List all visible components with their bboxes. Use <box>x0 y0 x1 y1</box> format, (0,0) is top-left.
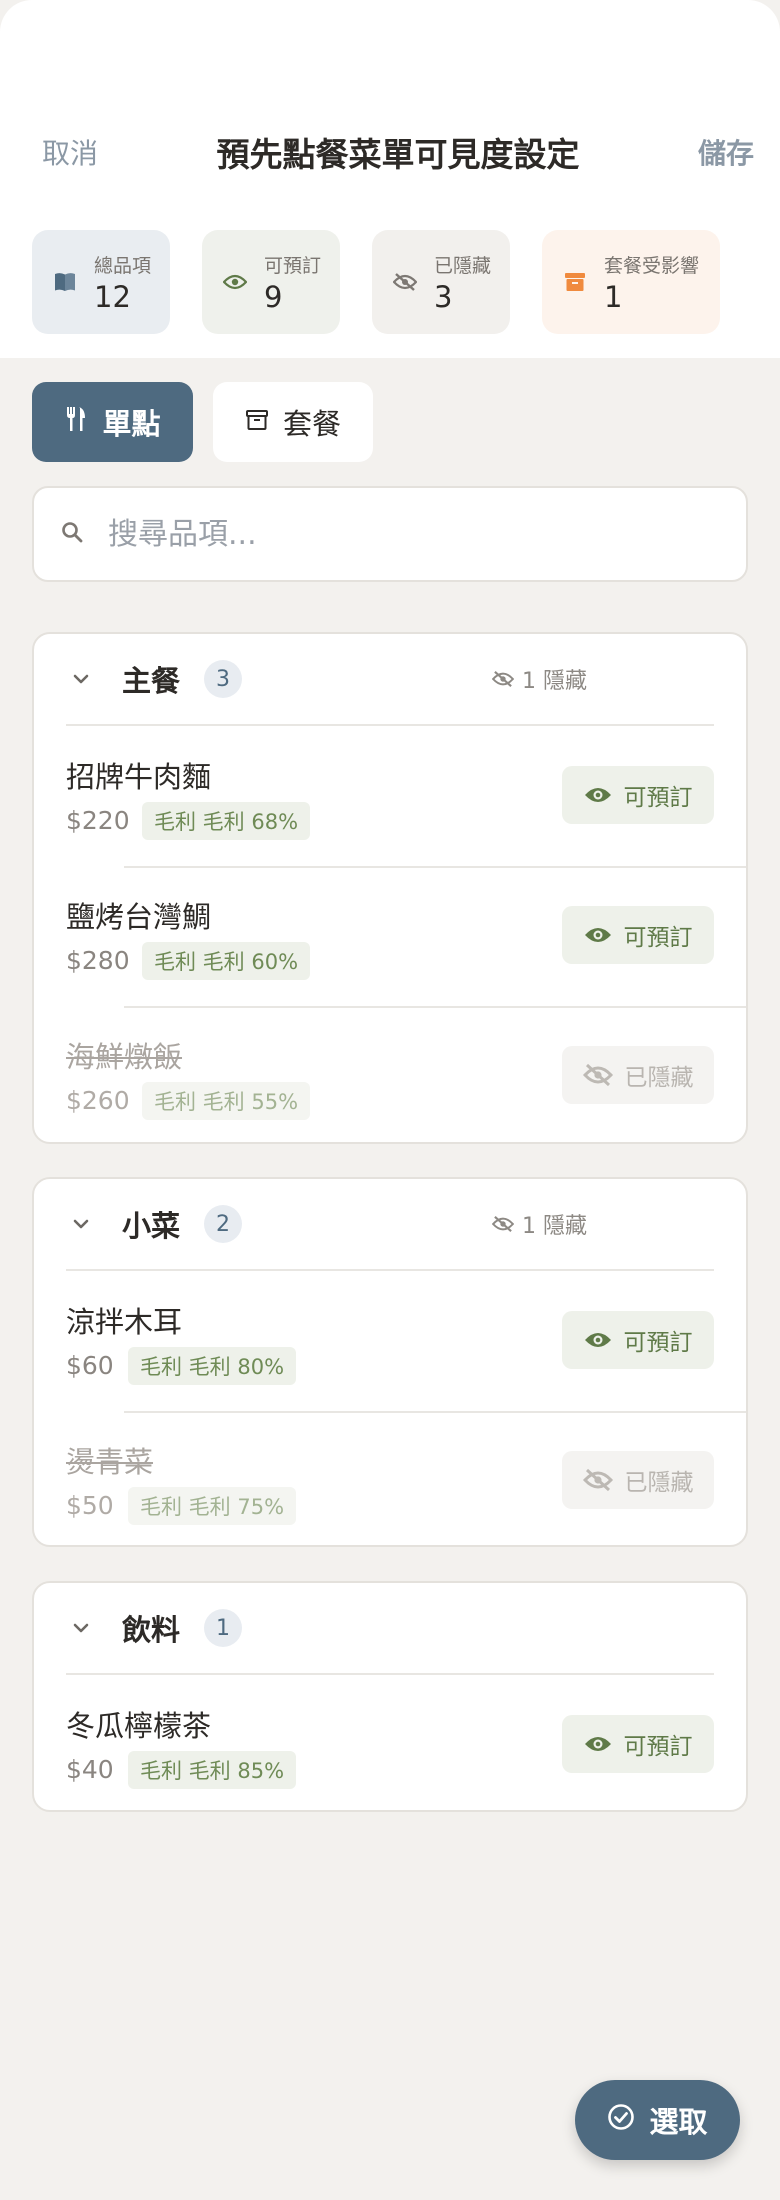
status-label: 已隱藏 <box>624 1065 694 1091</box>
margin-badge: 毛利 毛利 68% <box>142 802 311 840</box>
stats-row: 總品項 12 可預訂 9 已隱藏 3 套餐受影響 1 <box>32 230 720 334</box>
select-button[interactable]: 選取 <box>575 2080 740 2160</box>
item-name: 涼拌木耳 <box>66 1305 183 1339</box>
stat-value: 3 <box>434 279 453 314</box>
item-price: $280 <box>66 946 130 975</box>
stat-hidden: 已隱藏 3 <box>372 230 510 334</box>
category-hidden-note: 1 隱藏 <box>492 663 587 695</box>
hidden-count-label: 1 隱藏 <box>522 1214 587 1239</box>
archive-icon <box>560 267 590 297</box>
eye-icon <box>584 1737 611 1751</box>
item-price: $220 <box>66 806 130 835</box>
stat-label: 總品項 <box>94 254 152 277</box>
margin-badge: 毛利 毛利 60% <box>142 942 311 980</box>
stat-label: 可預訂 <box>264 254 322 277</box>
tab-label: 套餐 <box>282 407 341 441</box>
eye-icon <box>584 928 611 942</box>
category-header[interactable]: 飲料 1 <box>66 1583 714 1675</box>
status-label: 已隱藏 <box>624 1470 694 1496</box>
margin-badge: 毛利 毛利 80% <box>128 1347 297 1385</box>
stat-total: 總品項 12 <box>32 230 170 334</box>
menu-item-row: 鹽烤台灣鯛 $280 毛利 毛利 60% 可預訂 <box>34 866 746 1006</box>
category-card-side: 小菜 2 1 隱藏 涼拌木耳 $60 毛利 毛利 80% 可預訂 燙青菜 $50… <box>32 1177 748 1547</box>
top-panel: 取消 預先點餐菜單可見度設定 儲存 總品項 12 可預訂 9 已隱藏 3 套餐受… <box>0 0 780 358</box>
book-icon <box>50 267 80 297</box>
eye-icon <box>584 1333 611 1347</box>
menu-item-row: 冬瓜檸檬茶 $40 毛利 毛利 85% 可預訂 <box>34 1675 746 1810</box>
item-price: $40 <box>66 1755 114 1784</box>
item-name: 燙青菜 <box>66 1445 154 1479</box>
view-tabs: 單點 套餐 <box>32 382 373 462</box>
stat-value: 1 <box>604 279 623 314</box>
category-name: 小菜 <box>122 1209 181 1243</box>
hidden-count-label: 1 隱藏 <box>522 669 587 694</box>
chevron-down-icon[interactable] <box>68 1211 94 1237</box>
chevron-down-icon[interactable] <box>68 666 94 692</box>
stat-value: 12 <box>94 279 131 314</box>
category-header[interactable]: 小菜 2 1 隱藏 <box>66 1179 714 1271</box>
visibility-toggle[interactable]: 可預訂 <box>562 766 714 824</box>
category-count-badge: 2 <box>204 1205 243 1243</box>
eye-off-icon <box>582 1063 613 1087</box>
category-count-badge: 1 <box>204 1609 243 1647</box>
header: 取消 預先點餐菜單可見度設定 儲存 <box>0 122 780 182</box>
item-price: $50 <box>66 1491 114 1520</box>
item-price: $60 <box>66 1351 114 1380</box>
menu-item-row: 燙青菜 $50 毛利 毛利 75% 已隱藏 <box>34 1411 746 1545</box>
margin-badge: 毛利 毛利 85% <box>128 1751 297 1789</box>
stat-label: 已隱藏 <box>434 254 492 277</box>
category-name: 主餐 <box>122 664 181 698</box>
item-price: $260 <box>66 1086 130 1115</box>
search-bar <box>32 486 748 582</box>
stat-value: 9 <box>264 279 283 314</box>
eye-off-icon <box>492 670 514 688</box>
tab-combos[interactable]: 套餐 <box>213 382 373 462</box>
margin-badge: 毛利 毛利 55% <box>142 1082 311 1120</box>
visibility-toggle[interactable]: 可預訂 <box>562 1311 714 1369</box>
status-label: 可預訂 <box>623 925 693 951</box>
chevron-down-icon[interactable] <box>68 1615 94 1641</box>
item-name: 鹽烤台灣鯛 <box>66 900 212 934</box>
category-count-badge: 3 <box>204 660 243 698</box>
category-card-drinks: 飲料 1 冬瓜檸檬茶 $40 毛利 毛利 85% 可預訂 <box>32 1581 748 1812</box>
visibility-toggle[interactable]: 可預訂 <box>562 1715 714 1773</box>
page-title: 預先點餐菜單可見度設定 <box>216 135 580 174</box>
visibility-toggle[interactable]: 已隱藏 <box>562 1451 714 1509</box>
item-name: 招牌牛肉麵 <box>66 760 212 794</box>
item-name: 冬瓜檸檬茶 <box>66 1709 212 1743</box>
stat-combo-affected: 套餐受影響 1 <box>542 230 720 334</box>
save-button[interactable]: 儲存 <box>698 132 754 172</box>
search-icon <box>60 520 84 548</box>
select-button-label: 選取 <box>649 2105 708 2139</box>
stat-bookable: 可預訂 9 <box>202 230 340 334</box>
visibility-toggle[interactable]: 已隱藏 <box>562 1046 714 1104</box>
eye-off-icon <box>390 267 420 297</box>
eye-icon <box>220 267 250 297</box>
eye-off-icon <box>582 1468 613 1492</box>
category-header[interactable]: 主餐 3 1 隱藏 <box>66 634 714 726</box>
cancel-button[interactable]: 取消 <box>42 132 98 172</box>
category-card-main: 主餐 3 1 隱藏 招牌牛肉麵 $220 毛利 毛利 68% 可預訂 鹽烤台灣鯛… <box>32 632 748 1144</box>
category-name: 飲料 <box>122 1613 181 1647</box>
status-label: 可預訂 <box>623 1734 693 1760</box>
check-circle-icon <box>607 2103 635 2138</box>
item-name: 海鮮燉飯 <box>66 1040 183 1074</box>
status-label: 可預訂 <box>623 785 693 811</box>
eye-icon <box>584 788 611 802</box>
stat-label: 套餐受影響 <box>604 254 700 277</box>
menu-item-row: 涼拌木耳 $60 毛利 毛利 80% 可預訂 <box>34 1271 746 1411</box>
tab-single-items[interactable]: 單點 <box>32 382 193 462</box>
visibility-toggle[interactable]: 可預訂 <box>562 906 714 964</box>
archive-icon <box>245 405 269 439</box>
status-label: 可預訂 <box>623 1330 693 1356</box>
tab-label: 單點 <box>102 407 161 441</box>
menu-item-row: 招牌牛肉麵 $220 毛利 毛利 68% 可預訂 <box>34 726 746 866</box>
margin-badge: 毛利 毛利 75% <box>128 1487 297 1525</box>
eye-off-icon <box>492 1215 514 1233</box>
search-input[interactable] <box>106 515 670 553</box>
menu-item-row: 海鮮燉飯 $260 毛利 毛利 55% 已隱藏 <box>34 1006 746 1142</box>
category-hidden-note: 1 隱藏 <box>492 1208 587 1240</box>
utensils-icon <box>64 405 88 439</box>
